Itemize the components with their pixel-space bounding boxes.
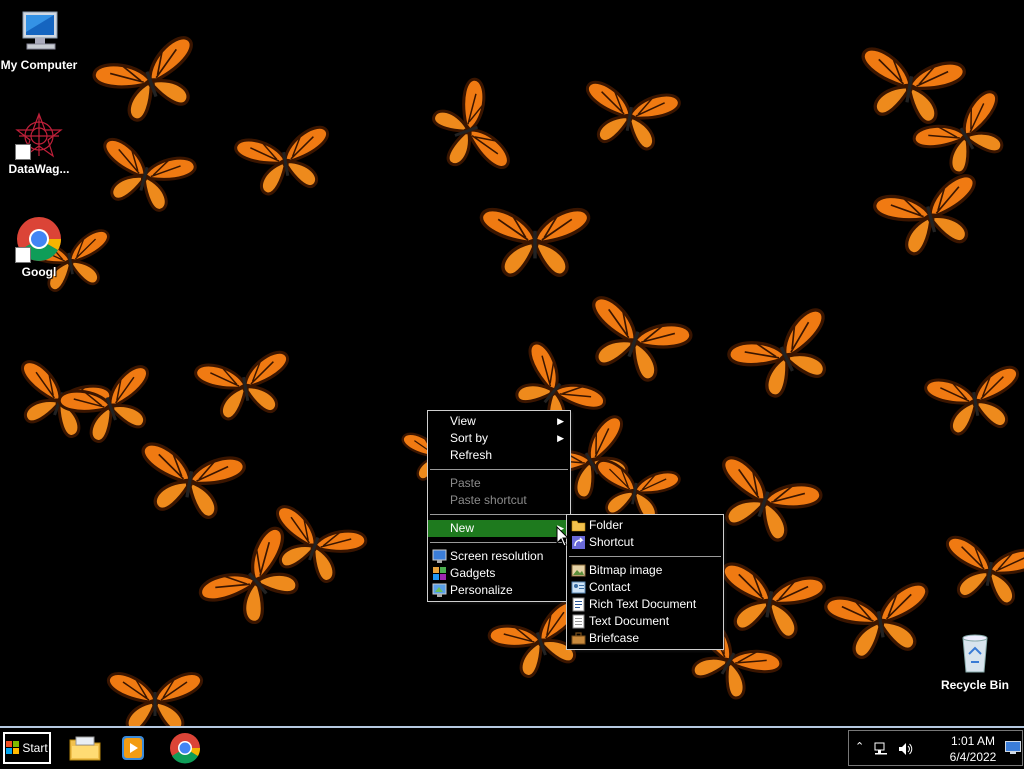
new-menu-item-shortcut[interactable]: Shortcut: [567, 534, 723, 551]
menu-item-label: Sort by: [450, 431, 489, 445]
menu-item-label: Screen resolution: [450, 549, 544, 563]
menu-item-label: Briefcase: [589, 631, 640, 645]
menu-separator: [569, 556, 721, 557]
menu-separator: [430, 469, 568, 470]
computer-icon: [15, 8, 63, 56]
menu-item-sort-by[interactable]: Sort by ▶: [428, 430, 570, 447]
menu-item-label: Shortcut: [589, 535, 634, 549]
contact-icon: [571, 580, 586, 595]
datawag-icon: [15, 112, 63, 160]
recycle-bin-icon: [951, 628, 999, 676]
briefcase-icon: [571, 631, 586, 646]
menu-separator: [430, 542, 568, 543]
show-desktop-icon[interactable]: [1005, 741, 1021, 755]
desktop-icon-label: Recycle Bin: [940, 678, 1010, 692]
desktop-icon-label: Googl: [21, 265, 57, 279]
bitmap-icon: [571, 563, 586, 578]
desktop-icon-label: DataWag...: [8, 162, 70, 176]
menu-item-view[interactable]: View ▶: [428, 413, 570, 430]
butterfly-wallpaper: [4, 33, 1024, 726]
submenu-arrow-icon: ▶: [557, 433, 564, 443]
menu-item-label: Text Document: [589, 614, 670, 628]
screen-resolution-icon: [432, 549, 447, 564]
taskbar-app-media-player[interactable]: [116, 732, 150, 764]
rich-text-icon: [571, 597, 586, 612]
desktop-icon-recycle-bin[interactable]: Recycle Bin: [935, 628, 1015, 692]
new-menu-item-bitmap-image[interactable]: Bitmap image: [567, 562, 723, 579]
mouse-cursor-icon: [556, 526, 570, 547]
menu-item-label: Contact: [589, 580, 631, 594]
menu-separator: [430, 514, 568, 515]
new-menu-item-briefcase[interactable]: Briefcase: [567, 630, 723, 647]
media-player-icon: [122, 736, 144, 760]
menu-item-label: New: [450, 521, 475, 535]
menu-item-label: Paste: [450, 476, 481, 490]
shortcut-icon: [571, 535, 586, 550]
new-menu-item-text-document[interactable]: Text Document: [567, 613, 723, 630]
network-icon[interactable]: [873, 741, 889, 757]
taskbar-app-chrome[interactable]: [168, 732, 202, 764]
menu-item-gadgets[interactable]: Gadgets: [428, 565, 570, 582]
clock-date: 6/4/2022: [949, 750, 997, 764]
show-hidden-icons-chevron-icon[interactable]: ⌃: [855, 740, 864, 753]
taskbar-app-explorer[interactable]: [68, 732, 102, 764]
menu-item-label: View: [450, 414, 476, 428]
desktop-icon-label: My Computer: [0, 58, 78, 72]
menu-item-label: Bitmap image: [589, 563, 663, 577]
menu-item-refresh[interactable]: Refresh: [428, 447, 570, 464]
explorer-folder-icon: [69, 736, 101, 761]
menu-item-new[interactable]: New ▶: [428, 520, 570, 537]
text-document-icon: [571, 614, 586, 629]
notification-area: ⌃ 1:01 AM 6/4/2022: [848, 730, 1023, 766]
menu-item-label: Gadgets: [450, 566, 496, 580]
system-clock[interactable]: 1:01 AM 6/4/2022: [943, 733, 1003, 765]
desktop-icon-my-computer[interactable]: My Computer: [0, 8, 79, 72]
shortcut-arrow-icon: [15, 144, 31, 160]
clock-time: 1:01 AM: [950, 734, 996, 748]
start-label: Start: [22, 741, 48, 755]
menu-item-label: Personalize: [450, 583, 513, 597]
chrome-icon: [170, 733, 201, 764]
menu-item-label: Rich Text Document: [589, 597, 697, 611]
menu-item-label: Refresh: [450, 448, 493, 462]
desktop-icon-google-chrome[interactable]: Googl: [0, 215, 79, 279]
menu-item-paste-shortcut: Paste shortcut: [428, 492, 570, 509]
windows-logo-icon: [6, 741, 20, 754]
new-menu-item-contact[interactable]: Contact: [567, 579, 723, 596]
menu-item-screen-resolution[interactable]: Screen resolution: [428, 548, 570, 565]
volume-icon[interactable]: [897, 741, 913, 757]
menu-item-label: Paste shortcut: [450, 493, 527, 507]
desktop[interactable]: My Computer DataWag... Googl Recycle Bin…: [0, 0, 1024, 726]
chrome-icon: [15, 215, 63, 263]
submenu-arrow-icon: ▶: [557, 416, 564, 426]
new-submenu: Folder Shortcut Bitmap image Contact Ric…: [566, 514, 724, 650]
taskbar: Start ⌃ 1:01 AM 6/4/2022: [0, 726, 1024, 768]
desktop-context-menu: View ▶ Sort by ▶ Refresh Paste Paste sho…: [427, 410, 571, 602]
personalize-icon: [432, 583, 447, 598]
new-menu-item-folder[interactable]: Folder: [567, 517, 723, 534]
new-menu-item-rich-text-document[interactable]: Rich Text Document: [567, 596, 723, 613]
menu-item-personalize[interactable]: Personalize: [428, 582, 570, 599]
folder-icon: [571, 518, 586, 533]
menu-item-label: Folder: [589, 518, 624, 532]
gadgets-icon: [432, 566, 447, 581]
shortcut-arrow-icon: [15, 247, 31, 263]
desktop-icon-datawag[interactable]: DataWag...: [0, 112, 79, 176]
menu-item-paste: Paste: [428, 475, 570, 492]
start-button[interactable]: Start: [3, 732, 51, 764]
